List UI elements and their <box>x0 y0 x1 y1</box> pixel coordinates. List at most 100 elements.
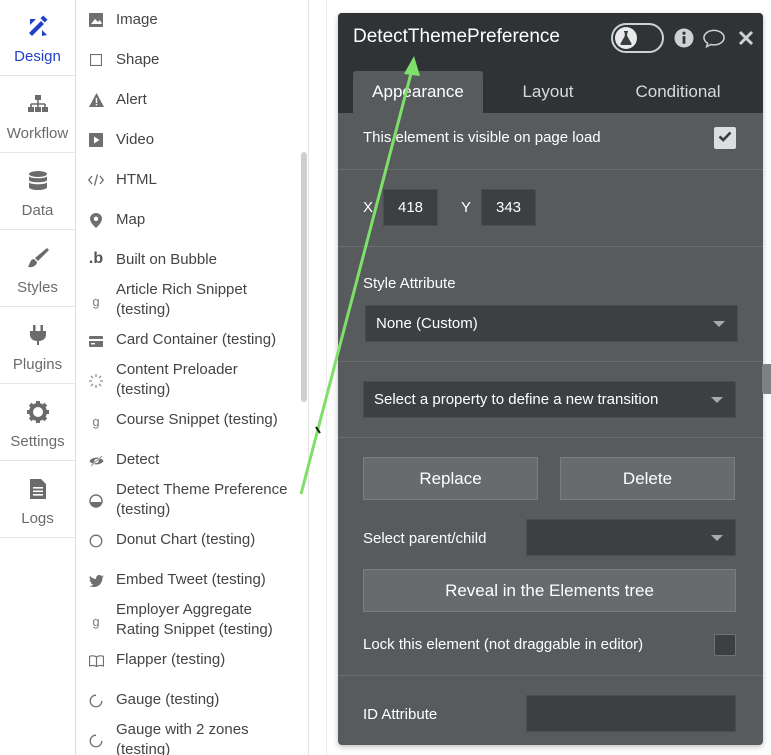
nav-label-settings: Settings <box>10 433 65 450</box>
style-dropdown[interactable]: None (Custom) <box>365 305 738 342</box>
palette-item-gauge-2-zones[interactable]: Gauge with 2 zones (testing) <box>76 720 302 755</box>
comment-icon[interactable] <box>703 27 725 49</box>
nav-label-design: Design <box>14 48 61 65</box>
database-icon <box>25 168 51 194</box>
palette-item-html[interactable]: HTML <box>76 170 302 190</box>
editor-title: DetectThemePreference <box>353 26 560 47</box>
visible-on-load-label: This element is visible on page load <box>363 129 601 146</box>
id-attribute-input[interactable] <box>526 695 736 732</box>
google-g-icon: g <box>92 293 100 309</box>
gear-icon <box>25 399 51 425</box>
delete-button[interactable]: Delete <box>560 457 735 500</box>
code-icon <box>88 172 104 188</box>
lock-element-checkbox[interactable] <box>714 634 736 656</box>
palette-item-employer-aggregate[interactable]: g Employer Aggregate Rating Snippet (tes… <box>76 600 302 640</box>
divider <box>338 246 763 247</box>
gauge-icon <box>88 733 104 749</box>
palette-item-built-on-bubble[interactable]: .b Built on Bubble <box>76 250 302 270</box>
divider <box>338 361 763 362</box>
nav-item-workflow[interactable]: Workflow <box>0 77 75 153</box>
parent-child-dropdown[interactable] <box>526 519 736 556</box>
palette-item-card-container[interactable]: Card Container (testing) <box>76 330 302 350</box>
lock-element-label: Lock this element (not draggable in edit… <box>363 636 644 653</box>
eye-slash-icon <box>88 453 104 469</box>
close-icon[interactable] <box>735 27 757 49</box>
warning-icon <box>88 92 104 108</box>
palette-label: Detect <box>116 451 160 468</box>
palette-label-line2: (testing) <box>116 381 171 398</box>
palette-label: Detect Theme Preference <box>116 481 288 498</box>
palette-label: Embed Tweet (testing) <box>116 571 266 588</box>
test-mode-toggle[interactable] <box>611 23 664 53</box>
image-icon <box>88 12 104 28</box>
palette-item-course-snippet[interactable]: g Course Snippet (testing) <box>76 410 302 430</box>
tab-conditional[interactable]: Conditional <box>618 71 738 113</box>
card-icon <box>88 333 104 349</box>
chevron-down-icon <box>711 535 723 541</box>
palette-label: Card Container (testing) <box>116 331 277 348</box>
flask-icon <box>615 27 637 49</box>
nav-item-settings[interactable]: Settings <box>0 385 75 461</box>
canvas-divider <box>326 0 327 755</box>
palette-item-embed-tweet[interactable]: Embed Tweet (testing) <box>76 570 302 590</box>
y-label: Y <box>461 199 472 216</box>
palette-label-line2: (testing) <box>116 741 171 755</box>
divider <box>338 437 763 438</box>
nav-item-design[interactable]: Design <box>0 0 75 76</box>
palette-label-line2: (testing) <box>116 501 171 518</box>
palette-item-video[interactable]: Video <box>76 130 302 150</box>
panel-resize-handle[interactable] <box>762 364 771 394</box>
nav-item-logs[interactable]: Logs <box>0 462 75 538</box>
palette-label: Employer Aggregate <box>116 601 252 618</box>
parent-child-label: Select parent/child <box>363 530 487 547</box>
nav-item-plugins[interactable]: Plugins <box>0 308 75 384</box>
palette-item-detect[interactable]: Detect <box>76 450 302 470</box>
x-input[interactable]: 418 <box>383 189 438 226</box>
palette-label: Video <box>116 131 155 148</box>
y-input[interactable]: 343 <box>481 189 536 226</box>
nav-item-styles[interactable]: Styles <box>0 231 75 307</box>
palette-label: Gauge with 2 zones <box>116 721 249 738</box>
palette-item-article-rich-snippet[interactable]: g Article Rich Snippet (testing) <box>76 280 302 320</box>
divider <box>338 675 763 676</box>
palette-label: Article Rich Snippet <box>116 281 247 298</box>
palette-label: Image <box>116 11 158 28</box>
nav-item-data[interactable]: Data <box>0 154 75 230</box>
visible-on-load-checkbox[interactable] <box>714 127 736 149</box>
palette-item-content-preloader[interactable]: Content Preloader (testing) <box>76 360 302 400</box>
tab-appearance[interactable]: Appearance <box>353 71 483 113</box>
palette-item-alert[interactable]: Alert <box>76 90 302 110</box>
cursor-mark <box>315 426 321 434</box>
chevron-down-icon <box>711 397 723 403</box>
palette-label: Built on Bubble <box>116 251 217 268</box>
tab-layout[interactable]: Layout <box>498 71 598 113</box>
palette-scrollbar[interactable] <box>301 152 307 402</box>
palette-item-gauge[interactable]: Gauge (testing) <box>76 690 302 710</box>
palette-item-flapper[interactable]: Flapper (testing) <box>76 650 302 670</box>
nav-label-data: Data <box>21 202 54 219</box>
transition-dropdown[interactable]: Select a property to define a new transi… <box>363 381 736 418</box>
info-icon[interactable] <box>673 27 695 49</box>
palette-item-map[interactable]: Map <box>76 210 302 230</box>
element-palette: Image Shape Alert Video HTML Map .b Buil… <box>76 0 309 755</box>
palette-label: Donut Chart (testing) <box>116 531 256 548</box>
google-g-icon: g <box>92 613 100 629</box>
editor-header[interactable]: DetectThemePreference <box>338 13 763 61</box>
reveal-in-tree-button[interactable]: Reveal in the Elements tree <box>363 569 736 612</box>
twitter-icon <box>88 573 104 589</box>
palette-item-donut-chart[interactable]: Donut Chart (testing) <box>76 530 302 550</box>
document-icon <box>25 476 51 502</box>
gauge-icon <box>88 693 104 709</box>
brush-icon <box>25 245 51 271</box>
palette-label: Content Preloader <box>116 361 238 378</box>
palette-item-detect-theme-preference[interactable]: Detect Theme Preference (testing) <box>76 480 302 520</box>
divider <box>338 169 763 170</box>
palette-item-shape[interactable]: Shape <box>76 50 302 70</box>
bubble-logo-icon: .b <box>88 250 104 267</box>
palette-label: Flapper (testing) <box>116 651 226 668</box>
palette-item-image[interactable]: Image <box>76 10 302 30</box>
replace-button[interactable]: Replace <box>363 457 538 500</box>
editor-screen: Design Workflow Data Styles Plugins Sett… <box>0 0 771 755</box>
nav-label-styles: Styles <box>17 279 58 296</box>
palette-label: HTML <box>116 171 157 188</box>
